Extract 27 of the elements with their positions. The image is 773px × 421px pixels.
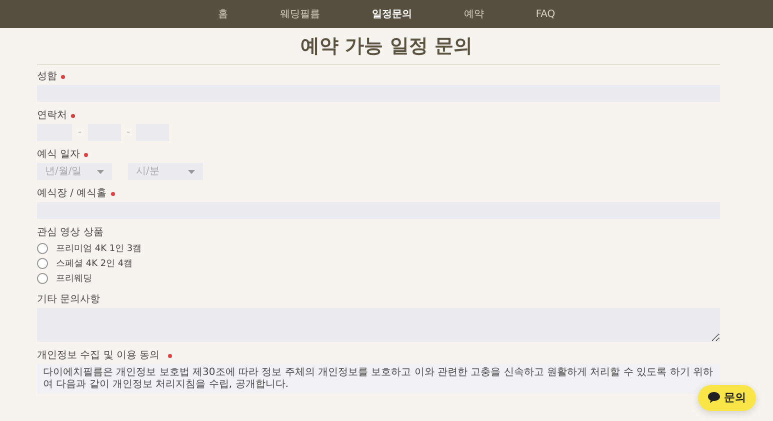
speech-bubble-icon: [708, 392, 720, 404]
field-label: 관심 영상 상품: [37, 227, 104, 239]
nav-link[interactable]: 예약: [460, 6, 488, 22]
radio-button[interactable]: [37, 273, 48, 284]
chat-button[interactable]: 문의: [698, 384, 756, 411]
dash-separator: -: [126, 126, 130, 140]
caret-icon: [97, 170, 104, 174]
field-label: 연락처: [37, 110, 67, 122]
page-title: 예약 가능 일정 문의: [300, 34, 472, 58]
field-label: 예식장 / 예식홀: [37, 188, 107, 200]
caret-icon: [188, 170, 195, 174]
radio-label: 스페셜 4K 2인 4캠: [56, 258, 133, 270]
radio-button[interactable]: [37, 243, 48, 254]
dash-separator: -: [78, 126, 82, 140]
nav-link[interactable]: 웨딩필름: [276, 6, 324, 22]
radio-label: 프리미엄 4K 1인 3캠: [56, 242, 142, 254]
nav-link[interactable]: FAQ: [532, 6, 560, 22]
radio-label: 프리웨딩: [56, 272, 92, 284]
nav-link[interactable]: 홈: [214, 6, 232, 22]
radio-button[interactable]: [37, 258, 48, 269]
field-label: 성함: [37, 71, 57, 83]
field-label: 예식 일자: [37, 149, 80, 161]
field-label: 개인정보 수집 및 이용 동의: [37, 350, 160, 362]
consent-text: 다이에치필름은 개인정보 보호법 제30조에 따라 정보 주체의 개인정보를 보호하고 이와 관련한 고충을 신속하고 원활하게 처리할 수 있도록 하기 위하여 다음과 같이 개인정보 처리지침을 수립, 공개합니다.: [37, 364, 720, 394]
field-label: 기타 문의사항: [37, 294, 100, 306]
nav-link[interactable]: 일정문의: [368, 6, 416, 22]
text-area[interactable]: [37, 308, 720, 342]
